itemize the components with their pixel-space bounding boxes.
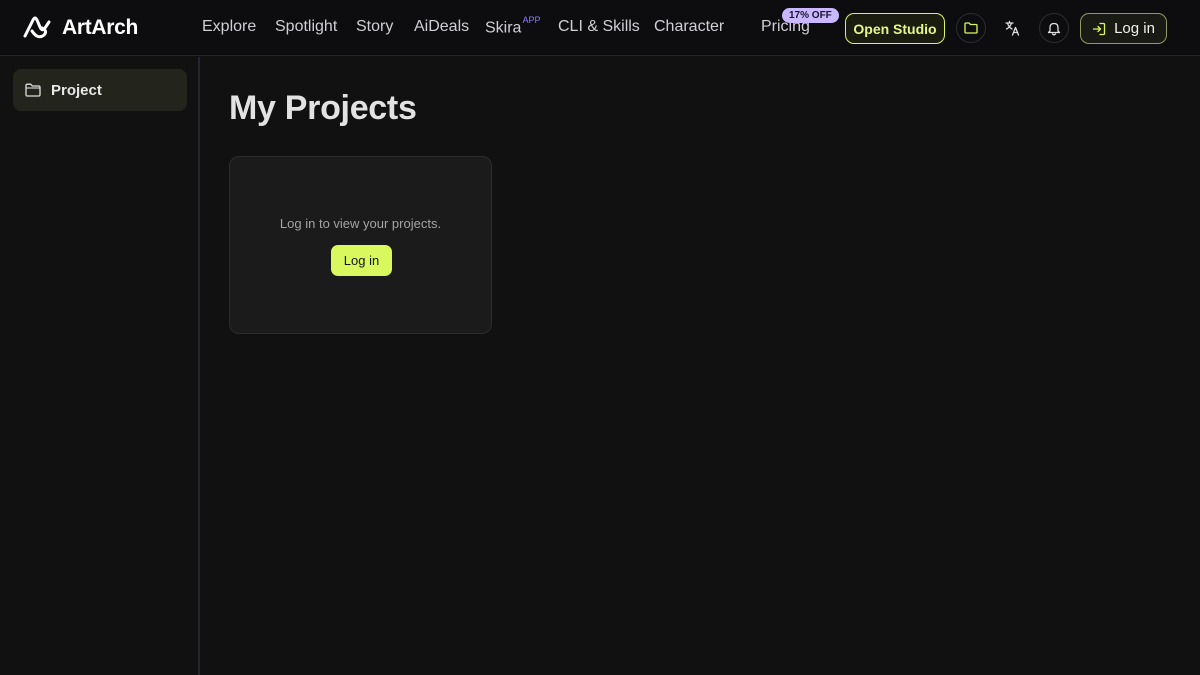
sidebar: Project <box>0 57 200 675</box>
logo-text: ArtArch <box>62 16 139 39</box>
nav-explore[interactable]: Explore <box>202 18 256 36</box>
folder-icon <box>25 83 41 97</box>
nav-spotlight[interactable]: Spotlight <box>275 18 337 36</box>
nav-aideals[interactable]: AiDeals <box>414 18 469 36</box>
nav-story[interactable]: Story <box>356 18 393 36</box>
artarch-logo-icon <box>23 16 51 39</box>
login-icon <box>1092 22 1106 35</box>
notifications-button[interactable] <box>1039 13 1069 43</box>
open-studio-button[interactable]: Open Studio <box>845 13 945 44</box>
bell-icon <box>1047 22 1061 35</box>
nav-skira-label: Skira <box>485 19 522 37</box>
nav-character[interactable]: Character <box>654 18 724 36</box>
sidebar-item-label: Project <box>51 81 102 99</box>
translate-icon <box>1005 20 1020 36</box>
page-title: My Projects <box>229 89 417 127</box>
top-header: ArtArch Explore Spotlight Story AiDeals … <box>0 0 1200 56</box>
pricing-discount-badge: 17% OFF <box>782 8 839 23</box>
nav-skira-app-tag: APP <box>522 15 541 25</box>
projects-login-card: Log in to view your projects. Log in <box>229 156 492 334</box>
nav-cli-skills[interactable]: CLI & Skills <box>558 18 640 36</box>
sidebar-item-project[interactable]: Project <box>13 69 187 111</box>
card-login-button[interactable]: Log in <box>331 245 392 276</box>
header-login-button[interactable]: Log in <box>1080 13 1167 44</box>
login-prompt-text: Log in to view your projects. <box>279 216 442 231</box>
folder-icon <box>964 22 978 34</box>
logo[interactable]: ArtArch <box>22 14 138 42</box>
header-login-label: Log in <box>1114 20 1155 37</box>
language-button[interactable] <box>997 13 1027 43</box>
nav-skira[interactable]: SkiraAPP <box>485 15 541 37</box>
folder-button[interactable] <box>956 13 986 43</box>
